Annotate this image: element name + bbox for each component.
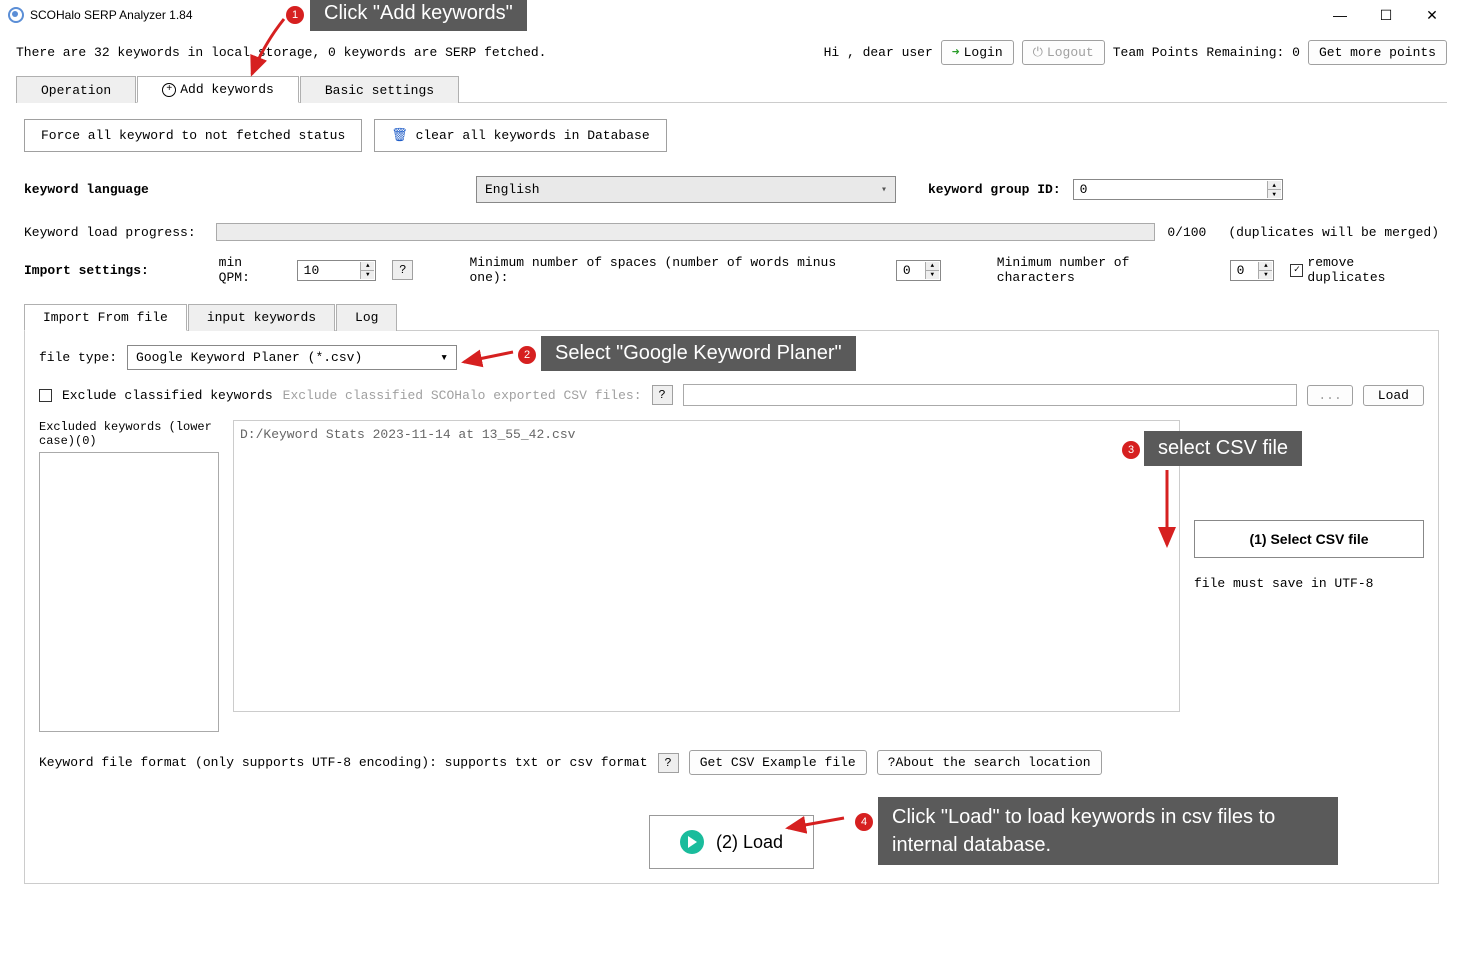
force-not-fetched-button[interactable]: Force all keyword to not fetched status <box>24 119 362 152</box>
exclude-csv-path-input[interactable] <box>683 384 1298 406</box>
logout-button[interactable]: ⏻ Logout <box>1022 40 1105 65</box>
exclude-help-button[interactable]: ? <box>652 385 673 405</box>
maximize-button[interactable]: ☐ <box>1363 0 1409 30</box>
annotation-callout-3: select CSV file <box>1144 431 1302 466</box>
exclude-csv-label: Exclude classified SCOHalo exported CSV … <box>283 388 642 403</box>
load-progress-bar <box>216 223 1155 241</box>
keyword-group-id-label: keyword group ID: <box>928 182 1061 197</box>
chevron-down-icon: ▾ <box>440 350 448 365</box>
annotation-badge-4: 4 <box>855 813 873 831</box>
get-csv-example-button[interactable]: Get CSV Example file <box>689 750 867 775</box>
load-progress-value: 0/100 <box>1167 225 1206 240</box>
excluded-keywords-label: Excluded keywords (lower case)(0) <box>39 420 219 448</box>
annotation-badge-2: 2 <box>518 346 536 364</box>
close-button[interactable]: ✕ <box>1409 0 1455 30</box>
subtab-input-keywords[interactable]: input keywords <box>188 304 335 331</box>
annotation-callout-1: Click "Add keywords" <box>310 0 527 31</box>
min-spaces-label: Minimum number of spaces (number of word… <box>469 255 879 285</box>
app-logo-icon <box>8 7 24 23</box>
min-qpm-help-button[interactable]: ? <box>392 260 413 280</box>
chevron-down-icon: ▾ <box>881 184 887 196</box>
minimize-button[interactable]: — <box>1317 0 1363 30</box>
title-bar: SCOHalo SERP Analyzer 1.84 — ☐ ✕ <box>0 0 1463 30</box>
main-tabs: Operation + Add keywords Basic settings <box>16 75 1447 103</box>
annotation-badge-1: 1 <box>286 6 304 24</box>
import-subtabs: Import From file input keywords Log <box>24 303 1439 331</box>
exclude-classified-checkbox[interactable] <box>39 389 52 402</box>
storage-status-text: There are 32 keywords in local storage, … <box>16 45 824 60</box>
status-bar: There are 32 keywords in local storage, … <box>0 30 1463 75</box>
annotation-arrow-3 <box>1152 465 1182 555</box>
load-progress-label: Keyword load progress: <box>24 225 204 240</box>
keyword-language-label: keyword language <box>24 182 464 197</box>
format-help-button[interactable]: ? <box>658 753 679 773</box>
greeting-text: Hi , dear user <box>824 45 933 60</box>
play-icon <box>680 830 704 854</box>
main-content: Force all keyword to not fetched status … <box>0 103 1463 900</box>
selected-files-list: D:/Keyword Stats 2023-11-14 at 13_55_42.… <box>233 420 1180 712</box>
window-title: SCOHalo SERP Analyzer 1.84 <box>30 8 1317 22</box>
file-format-text: Keyword file format (only supports UTF-8… <box>39 755 648 770</box>
utf8-note: file must save in UTF-8 <box>1194 576 1424 591</box>
spinner-icon[interactable]: ▲▼ <box>360 262 374 279</box>
annotation-arrow-1 <box>244 14 294 84</box>
select-csv-file-button[interactable]: (1) Select CSV file <box>1194 520 1424 558</box>
annotation-callout-4: Click "Load" to load keywords in csv fil… <box>878 797 1338 865</box>
tab-operation[interactable]: Operation <box>16 76 136 103</box>
remove-duplicates-checkbox[interactable]: ✓ <box>1290 264 1303 277</box>
annotation-arrow-4 <box>782 812 852 836</box>
spinner-icon[interactable]: ▲▼ <box>1267 181 1281 198</box>
keyword-group-id-input[interactable]: 0 ▲▼ <box>1073 179 1283 200</box>
login-icon: ➜ <box>952 45 960 60</box>
login-button[interactable]: ➜ Login <box>941 40 1014 65</box>
annotation-arrow-2 <box>458 346 518 368</box>
remove-duplicates-label: remove duplicates <box>1307 255 1439 285</box>
tab-basic-settings[interactable]: Basic settings <box>300 76 459 103</box>
min-chars-label: Minimum number of characters <box>997 255 1214 285</box>
file-type-label: file type: <box>39 350 117 365</box>
spinner-icon[interactable]: ▲▼ <box>1258 262 1272 279</box>
browse-exclude-button[interactable]: ... <box>1307 385 1352 406</box>
min-chars-input[interactable]: 0 ▲▼ <box>1230 260 1275 281</box>
power-icon: ⏻ <box>1033 45 1043 60</box>
excluded-keywords-list[interactable] <box>39 452 219 732</box>
get-more-points-button[interactable]: Get more points <box>1308 40 1447 65</box>
spinner-icon[interactable]: ▲▼ <box>925 262 939 279</box>
annotation-badge-3: 3 <box>1122 441 1140 459</box>
min-qpm-label: min QPM: <box>219 255 281 285</box>
exclude-classified-label: Exclude classified keywords <box>62 388 273 403</box>
load-exclude-button[interactable]: Load <box>1363 385 1424 406</box>
annotation-callout-2: Select "Google Keyword Planer" <box>541 336 856 371</box>
file-type-select[interactable]: Google Keyword Planer (*.csv) ▾ <box>127 345 457 370</box>
plus-circle-icon: + <box>162 83 176 97</box>
duplicates-note: (duplicates will be merged) <box>1228 225 1439 240</box>
min-spaces-input[interactable]: 0 ▲▼ <box>896 260 941 281</box>
subtab-import-from-file[interactable]: Import From file <box>24 304 187 331</box>
clear-all-keywords-button[interactable]: 🗑 clear all keywords in Database <box>374 119 666 152</box>
points-remaining-text: Team Points Remaining: 0 <box>1113 45 1300 60</box>
trash-icon: 🗑 <box>391 128 408 143</box>
about-search-location-button[interactable]: ?About the search location <box>877 750 1102 775</box>
keyword-language-select[interactable]: English ▾ <box>476 176 896 203</box>
subtab-log[interactable]: Log <box>336 304 397 331</box>
min-qpm-input[interactable]: 10 ▲▼ <box>297 260 377 281</box>
import-settings-label: Import settings: <box>24 263 203 278</box>
